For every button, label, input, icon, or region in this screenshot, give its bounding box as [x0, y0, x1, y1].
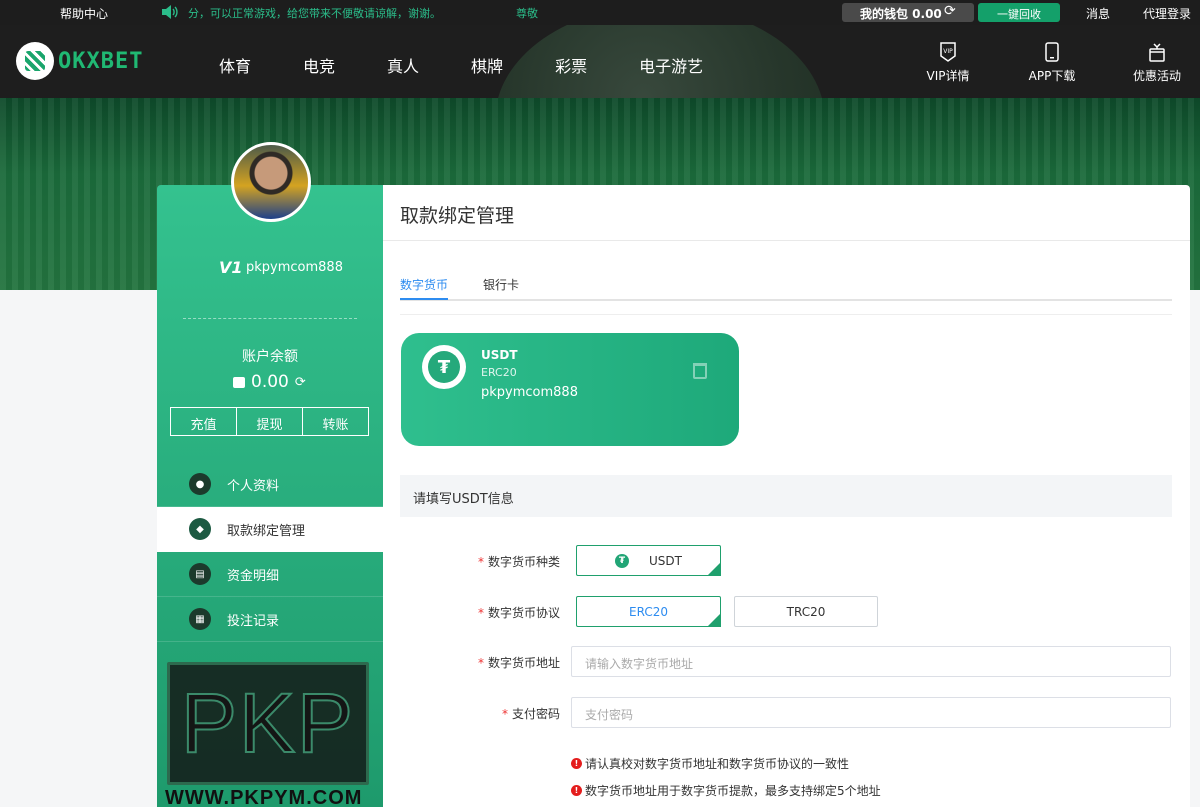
- protocol-option-label: TRC20: [786, 604, 826, 619]
- selected-corner-icon: [707, 562, 721, 576]
- app-download-label: APP下载: [1028, 69, 1076, 83]
- vip-details-label: VIP详情: [926, 69, 970, 83]
- sidebar-menu: ● 个人资料 ◆ 取款绑定管理 ▤ 资金明细 ▦ 投注记录: [157, 462, 383, 642]
- one-click-recycle-button[interactable]: 一键回收: [978, 3, 1060, 22]
- phone-icon: [1042, 41, 1062, 63]
- balance-actions: 充值 提现 转账: [170, 407, 369, 436]
- balance-value: 0.00: [251, 372, 289, 392]
- main-header: OKXBET 体育 电竞 真人 棋牌 彩票 电子游艺 VIP VIP详情 APP…: [0, 25, 1200, 98]
- selected-corner-icon: [707, 613, 721, 627]
- address-label: * 数字货币地址: [477, 656, 560, 670]
- promotions-label: 优惠活动: [1132, 69, 1181, 83]
- tab-underline: [400, 299, 1172, 301]
- protocol-option-label: ERC20: [629, 604, 668, 619]
- card-account: pkpymcom888: [481, 385, 578, 400]
- card-coin: USDT: [481, 348, 518, 362]
- bound-wallet-card[interactable]: ₮ USDT ERC20 pkpymcom888: [401, 333, 739, 446]
- currency-type-value: USDT: [649, 553, 682, 568]
- currency-type-label: * 数字货币种类: [477, 555, 560, 569]
- tether-icon: ₮: [422, 345, 466, 389]
- warning-note: ! 请认真校对数字货币地址和数字货币协议的一致性: [571, 755, 849, 772]
- section-header: 请填写USDT信息: [400, 475, 1172, 517]
- sidebar-divider: [183, 318, 357, 319]
- nav-slots[interactable]: 电子游艺: [639, 53, 703, 77]
- main-nav: 体育 电竞 真人 棋牌 彩票 电子游艺: [219, 53, 755, 77]
- username: pkpymcom888: [246, 260, 343, 275]
- payment-password-label: * 支付密码: [501, 707, 560, 721]
- shield-icon: ◆: [189, 518, 211, 540]
- gift-icon: [1147, 41, 1167, 63]
- speaker-icon: [162, 5, 178, 19]
- nav-sports[interactable]: 体育: [219, 53, 251, 77]
- trash-icon[interactable]: [693, 363, 707, 379]
- site-logo[interactable]: OKXBET: [16, 41, 143, 81]
- sidebar-item-bet-records[interactable]: ▦ 投注记录: [157, 597, 383, 642]
- help-center-link[interactable]: 帮助中心: [60, 5, 108, 22]
- watermark-url: WWW.PKPYM.COM: [165, 787, 363, 807]
- agent-login-link[interactable]: 代理登录: [1143, 5, 1191, 22]
- notice-marquee: 分，可以正常游戏，给您带来不便敬请谅解，谢谢。: [188, 7, 441, 20]
- sidebar-item-profile[interactable]: ● 个人资料: [157, 462, 383, 507]
- balance-label: 账户余额: [242, 349, 298, 365]
- ledger-icon: ▤: [189, 563, 211, 585]
- top-bar: 帮助中心 分，可以正常游戏，给您带来不便敬请谅解，谢谢。 尊敬 我的钱包 0.0…: [0, 0, 1200, 25]
- warning-note: ! 数字货币地址用于数字货币提款，最多支持绑定5个地址: [571, 782, 881, 799]
- warning-icon: !: [571, 758, 582, 769]
- messages-link[interactable]: 消息: [1086, 5, 1110, 22]
- withdraw-button[interactable]: 提现: [237, 408, 303, 435]
- warning-icon: !: [571, 785, 582, 796]
- warning-note-text: 数字货币地址用于数字货币提款，最多支持绑定5个地址: [585, 784, 881, 798]
- vip-level-badge: V1: [219, 258, 243, 277]
- tab-bank-card[interactable]: 银行卡: [483, 276, 519, 293]
- payment-password-input[interactable]: 支付密码: [571, 697, 1171, 728]
- warning-note-text: 请认真校对数字货币地址和数字货币协议的一致性: [585, 757, 850, 771]
- refresh-icon[interactable]: ⟳: [944, 3, 956, 19]
- sidebar-item-label: 取款绑定管理: [227, 523, 306, 539]
- vip-details-link[interactable]: VIP VIP详情: [920, 41, 976, 84]
- content-divider: [400, 314, 1172, 315]
- page-title: 取款绑定管理: [400, 205, 515, 227]
- card-protocol: ERC20: [481, 366, 517, 379]
- sidebar-item-label: 投注记录: [227, 613, 280, 629]
- user-avatar[interactable]: [231, 142, 311, 222]
- sidebar-item-withdraw-binding[interactable]: ◆ 取款绑定管理: [157, 507, 383, 552]
- title-divider: [383, 240, 1190, 241]
- watermark-logo-text: PKP: [180, 675, 356, 771]
- nav-cards[interactable]: 棋牌: [471, 53, 503, 77]
- tether-icon: ₮: [615, 553, 629, 568]
- app-download-link[interactable]: APP下载: [1020, 41, 1084, 84]
- currency-type-option-usdt[interactable]: ₮ USDT: [576, 545, 721, 576]
- protocol-option-erc20[interactable]: ERC20: [576, 596, 721, 627]
- sidebar-item-label: 资金明细: [227, 568, 280, 584]
- tab-active-indicator: [400, 298, 448, 300]
- protocol-option-trc20[interactable]: TRC20: [734, 596, 878, 627]
- deposit-button[interactable]: 充值: [171, 408, 237, 435]
- balance-row: 0.00 ⟳: [233, 372, 306, 392]
- vip-badge-icon: VIP: [938, 41, 958, 63]
- user-icon: ●: [189, 473, 211, 495]
- nav-esports[interactable]: 电竞: [303, 53, 335, 77]
- promotions-link[interactable]: 优惠活动: [1126, 41, 1188, 84]
- crypto-address-input[interactable]: 请输入数字货币地址: [571, 646, 1171, 677]
- protocol-label: * 数字货币协议: [477, 606, 560, 620]
- notice-marquee-tail: 尊敬: [516, 7, 538, 20]
- watermark-logo: PKP: [167, 662, 369, 785]
- svg-text:VIP: VIP: [943, 48, 953, 55]
- sidebar-item-fund-details[interactable]: ▤ 资金明细: [157, 552, 383, 597]
- nav-lottery[interactable]: 彩票: [555, 53, 587, 77]
- wallet-icon: [233, 376, 245, 388]
- tab-crypto[interactable]: 数字货币: [400, 276, 448, 293]
- nav-live-casino[interactable]: 真人: [387, 53, 419, 77]
- transfer-button[interactable]: 转账: [303, 408, 368, 435]
- balance-refresh-icon[interactable]: ⟳: [295, 375, 306, 390]
- calendar-icon: ▦: [189, 608, 211, 630]
- sidebar-item-label: 个人资料: [227, 478, 280, 494]
- logo-mark-icon: [16, 42, 54, 80]
- logo-text: OKXBET: [58, 48, 144, 74]
